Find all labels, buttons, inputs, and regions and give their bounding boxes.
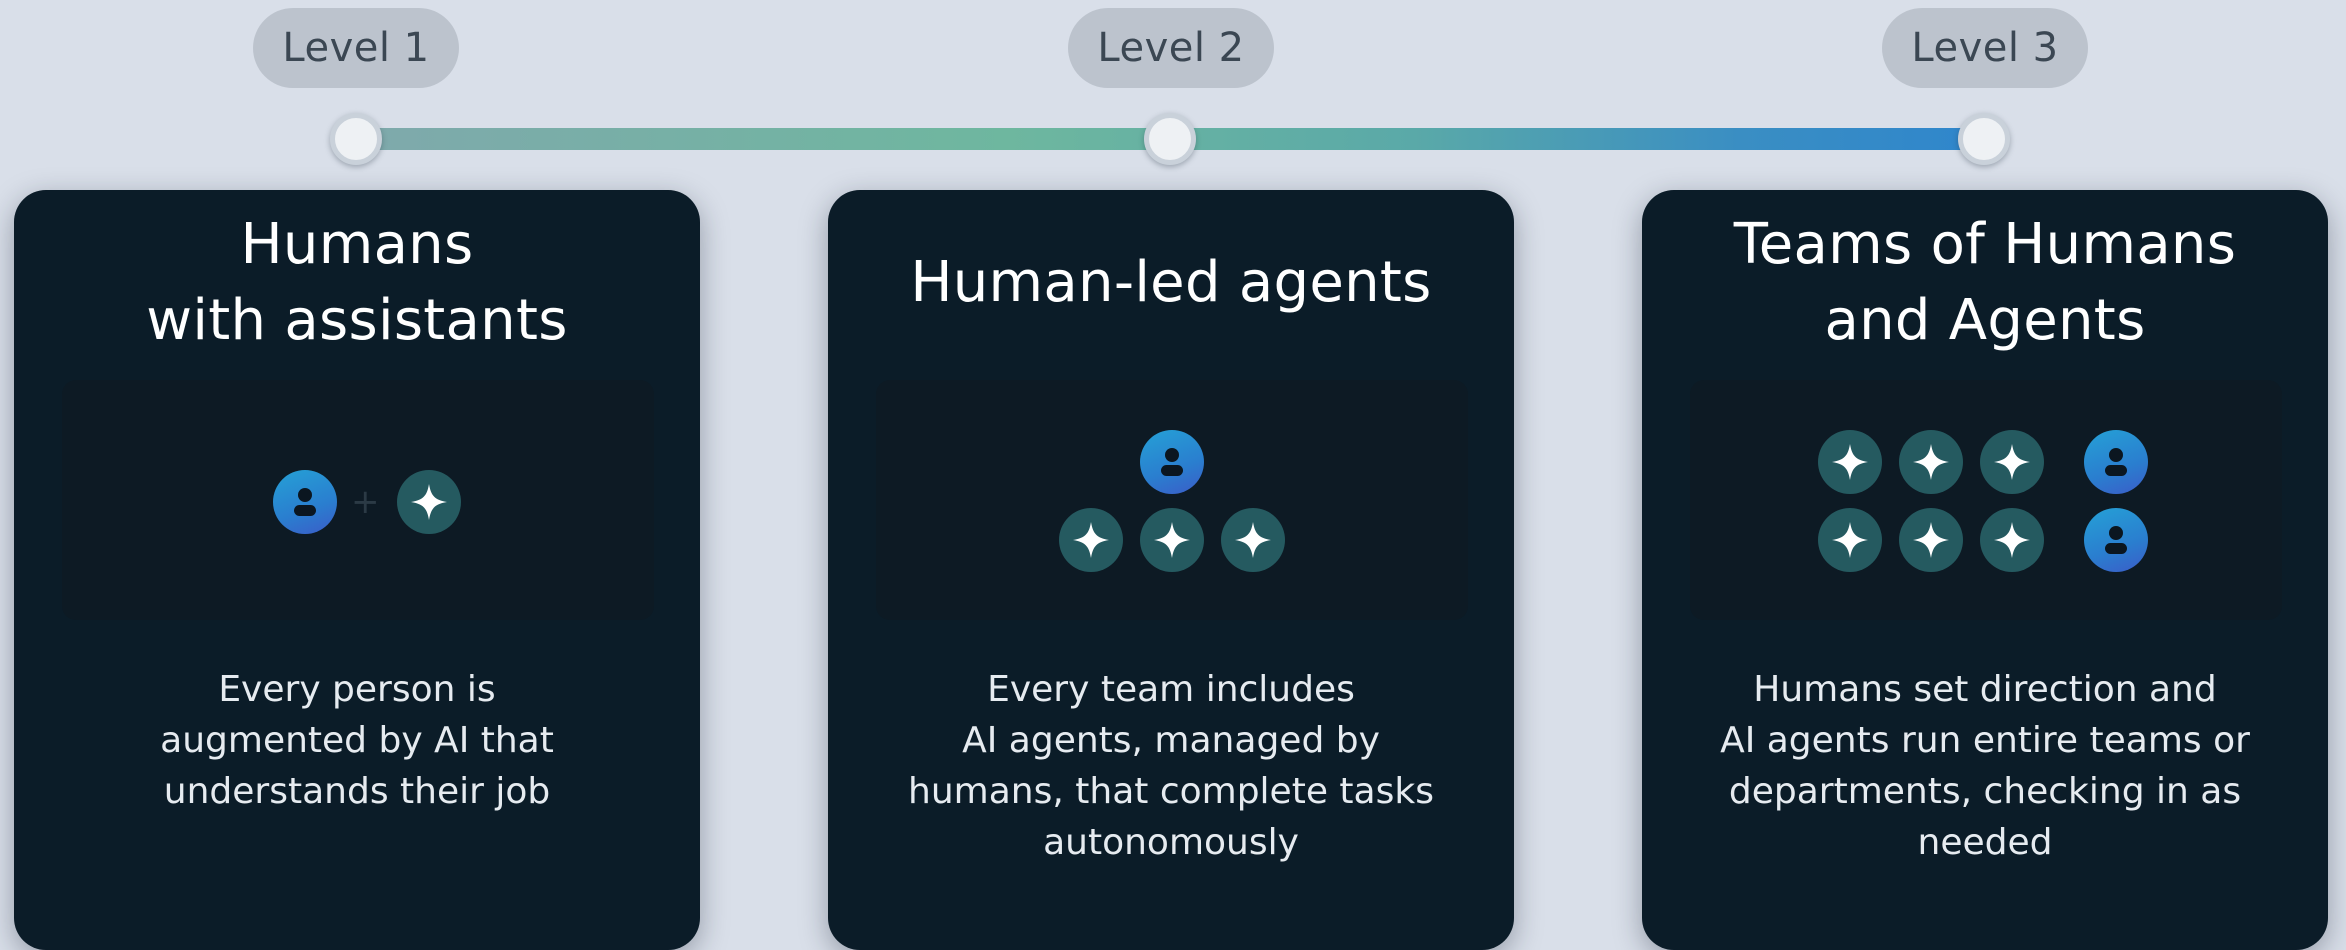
level-1-title: Humans with assistants bbox=[146, 212, 568, 353]
level-1-node bbox=[330, 113, 382, 165]
level-2-pill: Level 2 bbox=[1068, 8, 1274, 88]
level-2-title: Human-led agents bbox=[910, 250, 1432, 315]
ai-sparkle-icon bbox=[397, 470, 461, 534]
level-1-pill: Level 1 bbox=[253, 8, 459, 88]
level-1-illustration: + bbox=[62, 380, 654, 620]
level-1-card: Humans with assistants + Every person is… bbox=[14, 190, 700, 950]
level-3-title: Teams of Humans and Agents bbox=[1733, 212, 2237, 353]
person-icon bbox=[1140, 430, 1204, 494]
level-3-description: Humans set direction and AI agents run e… bbox=[1720, 669, 2250, 863]
ai-sparkle-icon bbox=[1059, 508, 1123, 572]
ai-sparkle-icon bbox=[1899, 508, 1963, 572]
ai-sparkle-icon bbox=[1980, 508, 2044, 572]
level-3-node bbox=[1958, 113, 2010, 165]
level-3-card: Teams of Humans and Agents Humans set di… bbox=[1642, 190, 2328, 950]
level-2-node bbox=[1144, 113, 1196, 165]
level-2-description: Every team includes AI agents, managed b… bbox=[908, 669, 1434, 863]
ai-sparkle-icon bbox=[1140, 508, 1204, 572]
person-icon bbox=[2084, 508, 2148, 572]
level-1-description: Every person is augmented by AI that und… bbox=[160, 669, 554, 812]
ai-sparkle-icon bbox=[1221, 508, 1285, 572]
ai-sparkle-icon bbox=[1899, 430, 1963, 494]
ai-sparkle-icon bbox=[1818, 508, 1882, 572]
level-2-card: Human-led agents Every team includes AI … bbox=[828, 190, 1514, 950]
ai-sparkle-icon bbox=[1818, 430, 1882, 494]
level-2-illustration bbox=[876, 380, 1468, 620]
plus-icon: + bbox=[351, 482, 380, 522]
level-3-pill: Level 3 bbox=[1882, 8, 2088, 88]
ai-sparkle-icon bbox=[1980, 430, 2044, 494]
level-3-illustration bbox=[1690, 380, 2282, 620]
person-icon bbox=[2084, 430, 2148, 494]
person-icon bbox=[273, 470, 337, 534]
